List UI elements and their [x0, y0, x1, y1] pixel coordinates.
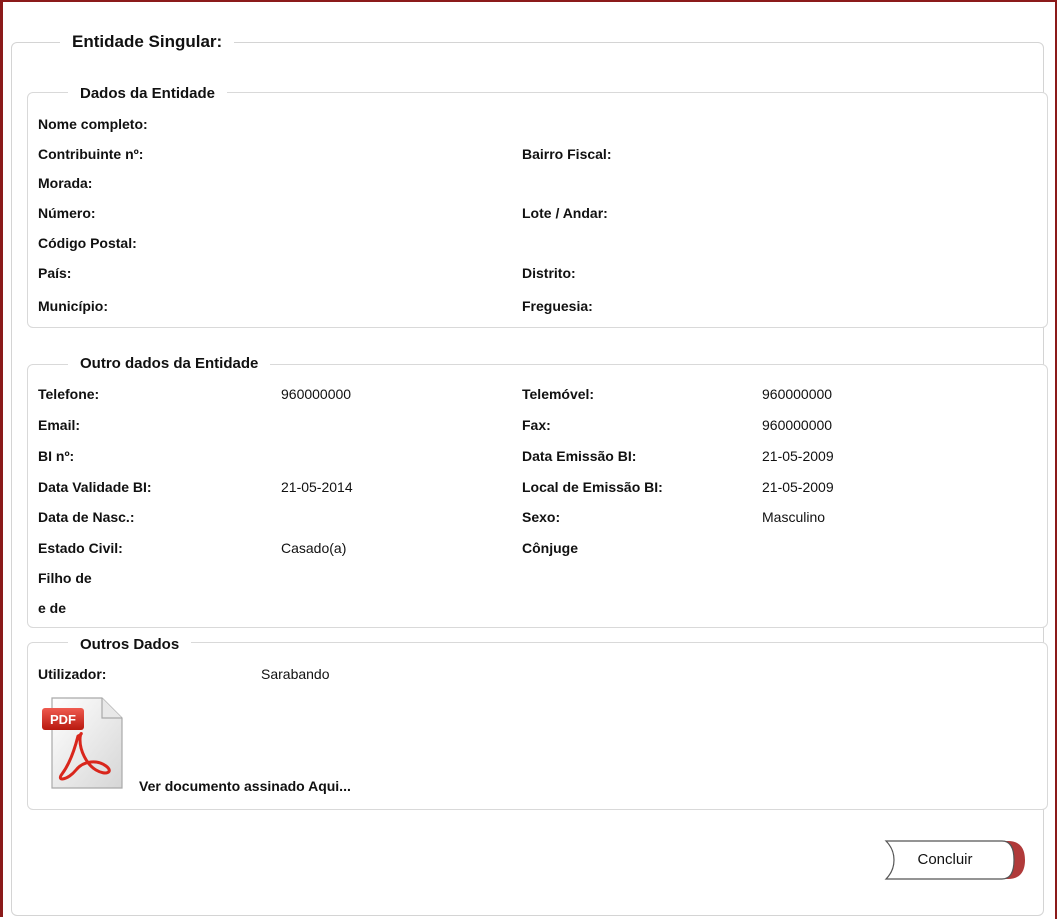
sexo-value: Masculino — [762, 509, 826, 525]
estado-civil-label: Estado Civil: — [38, 540, 123, 556]
distrito-label: Distrito: — [522, 265, 576, 281]
municipio-label: Município: — [38, 298, 108, 314]
contribuinte-label: Contribuinte nº: — [38, 146, 144, 162]
outros-dados-legend: Outros Dados — [68, 635, 192, 655]
sexo-label: Sexo: — [522, 509, 561, 525]
pais-label: País: — [38, 265, 72, 281]
concluir-button-label: Concluir — [917, 851, 973, 868]
telemovel-value: 960000000 — [762, 386, 833, 402]
local-emissao-bi-label: Local de Emissão BI: — [522, 479, 663, 495]
outros-dados-entidade-legend: Outro dados da Entidade — [68, 354, 271, 374]
nome-completo-label: Nome completo: — [38, 116, 148, 132]
outros-dados-entidade-fieldset — [27, 364, 1048, 628]
data-nascimento-label: Data de Nasc.: — [38, 509, 135, 525]
estado-civil-value: Casado(a) — [281, 540, 347, 556]
freguesia-label: Freguesia: — [522, 298, 593, 314]
local-emissao-bi-value: 21-05-2009 — [762, 479, 834, 495]
fax-label: Fax: — [522, 417, 551, 433]
data-validade-bi-label: Data Validade BI: — [38, 479, 152, 495]
pdf-badge-text: PDF — [50, 712, 76, 727]
dados-entidade-legend: Dados da Entidade — [68, 84, 228, 104]
morada-label: Morada: — [38, 175, 93, 191]
conjuge-label: Cônjuge — [522, 540, 578, 556]
ver-documento-link[interactable]: Ver documento assinado Aqui... — [139, 777, 351, 795]
utilizador-label: Utilizador: — [38, 666, 107, 682]
telemovel-label: Telemóvel: — [522, 386, 595, 402]
data-emissao-bi-label: Data Emissão BI: — [522, 448, 637, 464]
e-de-label: e de — [38, 600, 67, 616]
bi-label: BI nº: — [38, 448, 75, 464]
page-title: Entidade Singular: — [60, 30, 235, 54]
utilizador-value: Sarabando — [261, 666, 330, 682]
email-label: Email: — [38, 417, 81, 433]
telefone-label: Telefone: — [38, 386, 100, 402]
telefone-value: 960000000 — [281, 386, 352, 402]
numero-label: Número: — [38, 205, 96, 221]
codigo-postal-label: Código Postal: — [38, 235, 137, 251]
fax-value: 960000000 — [762, 417, 833, 433]
filho-de-label: Filho de — [38, 570, 92, 586]
concluir-button[interactable]: Concluir — [880, 839, 1026, 881]
lote-andar-label: Lote / Andar: — [522, 205, 608, 221]
data-validade-bi-value: 21-05-2014 — [281, 479, 353, 495]
bairro-fiscal-label: Bairro Fiscal: — [522, 146, 612, 162]
pdf-file-icon[interactable]: PDF — [40, 694, 126, 792]
data-emissao-bi-value: 21-05-2009 — [762, 448, 834, 464]
